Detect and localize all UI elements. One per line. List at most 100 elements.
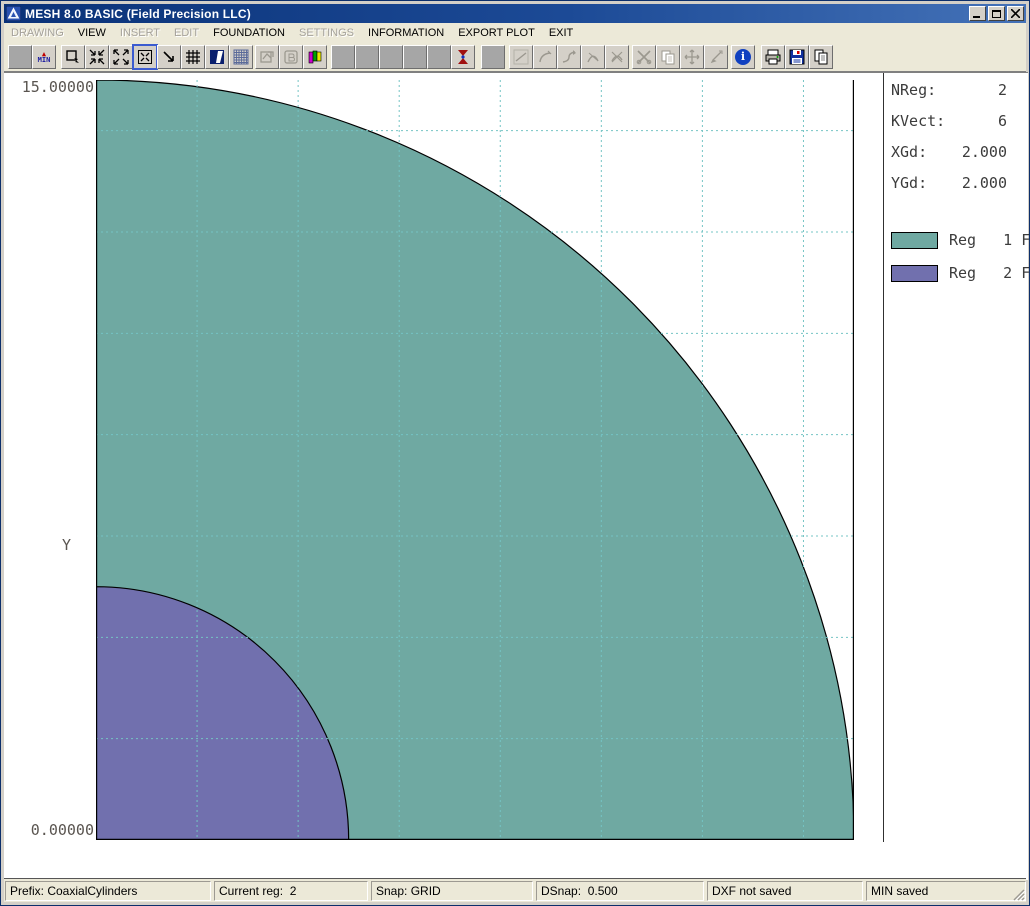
close-icon <box>1011 9 1020 18</box>
move-button <box>680 45 704 69</box>
draw-tool-3-button <box>557 45 581 69</box>
kvect-value: 6 <box>949 112 1007 130</box>
expand-view-icon <box>113 49 129 65</box>
info-row-xgd: XGd: 2.000 <box>891 143 1023 161</box>
menu-settings: SETTINGS <box>292 25 361 41</box>
drawing-area[interactable]: 15.00000 0.00000 Y NReg: 2 KVect: 6 XGd:… <box>4 72 1028 880</box>
grid-toggle-button[interactable] <box>181 45 205 69</box>
mesh-info-panel: NReg: 2 KVect: 6 XGd: 2.000 YGd: 2.000 <box>891 81 1023 205</box>
copy-button <box>656 45 680 69</box>
title-bar[interactable]: MESH 8.0 BASIC (Field Precision LLC) <box>4 4 1026 23</box>
zoom-window-button[interactable] <box>61 45 85 69</box>
y-axis-title: Y <box>62 536 71 554</box>
y-axis-min-label: 0.00000 <box>18 821 94 839</box>
region-colors-button[interactable] <box>303 45 327 69</box>
status-bar: Prefix: CoaxialCylinders Current reg: 2 … <box>4 878 1026 902</box>
mesh-plot-canvas[interactable] <box>96 80 854 840</box>
menu-view[interactable]: VIEW <box>71 25 113 41</box>
resize-grip[interactable] <box>1012 888 1025 901</box>
menu-foundation[interactable]: FOUNDATION <box>206 25 292 41</box>
zoom-in-button[interactable] <box>85 45 109 69</box>
status-snap: Snap: GRID <box>371 881 533 901</box>
reg1-label: Reg 1 F <box>949 231 1030 249</box>
draw-curve-icon <box>561 49 577 65</box>
draw-line-icon <box>513 49 529 65</box>
boundary-icon <box>283 49 299 65</box>
region-fill-icon <box>209 49 225 65</box>
status-dxf: DXF not saved <box>707 881 863 901</box>
boundary-view-button <box>279 45 303 69</box>
draw-tool-2-button <box>533 45 557 69</box>
stop-button[interactable] <box>451 45 475 69</box>
close-button[interactable] <box>1007 6 1024 21</box>
copy-pages-icon <box>813 49 829 65</box>
save-floppy-icon <box>789 49 805 65</box>
zoom-window-icon <box>65 49 81 65</box>
copy-clipboard-button[interactable] <box>809 45 833 69</box>
nreg-value: 2 <box>949 81 1007 99</box>
save-button[interactable] <box>785 45 809 69</box>
blank-slot-button <box>403 45 427 69</box>
ygd-value: 2.000 <box>949 174 1007 192</box>
blank-slot-button <box>331 45 355 69</box>
draw-arc-icon <box>537 49 553 65</box>
menu-information[interactable]: INFORMATION <box>361 25 451 41</box>
app-logo-icon <box>6 6 21 21</box>
info-row-kvect: KVect: 6 <box>891 112 1023 130</box>
info-row-nreg: NReg: 2 <box>891 81 1023 99</box>
cut-button <box>632 45 656 69</box>
info-icon: i <box>735 49 751 65</box>
legend-row-reg1: Reg 1 F <box>891 231 1030 249</box>
zoom-in-icon <box>89 49 105 65</box>
hourglass-icon <box>456 49 470 65</box>
blank-slot-button <box>481 45 505 69</box>
minimize-button[interactable] <box>969 6 986 21</box>
blank-slot-button <box>8 45 32 69</box>
mesh-view-button[interactable] <box>229 45 253 69</box>
grid-icon <box>185 49 201 65</box>
mesh-fine-grid-icon <box>233 49 249 65</box>
status-min-saved: MIN saved <box>866 881 1026 901</box>
region-fill-toggle-button[interactable] <box>205 45 229 69</box>
draw-tangent-icon <box>585 49 601 65</box>
move-cross-icon <box>684 49 700 65</box>
toolbar: ▲ MIN <box>4 42 1026 72</box>
blank-slot-button <box>379 45 403 69</box>
region-colors-icon <box>307 49 323 65</box>
panel-separator <box>883 73 884 842</box>
menu-drawing: DRAWING <box>4 25 71 41</box>
edit-point-button <box>704 45 728 69</box>
min-icon: ▲ MIN <box>38 51 51 63</box>
min-limits-button[interactable]: ▲ MIN <box>32 45 56 69</box>
printer-icon <box>765 49 781 65</box>
plot-settings-button <box>255 45 279 69</box>
copy-icon <box>660 49 676 65</box>
region-legend: Reg 1 F Reg 2 F <box>891 231 1030 297</box>
draw-delete-icon <box>609 49 625 65</box>
window-title: MESH 8.0 BASIC (Field Precision LLC) <box>25 7 967 21</box>
blank-slot-button <box>427 45 451 69</box>
draw-tool-1-button <box>509 45 533 69</box>
reg2-label: Reg 2 F <box>949 264 1030 282</box>
reg1-color-swatch <box>891 232 938 249</box>
print-button[interactable] <box>761 45 785 69</box>
menu-insert: INSERT <box>113 25 167 41</box>
blank-slot-button <box>355 45 379 69</box>
xgd-value: 2.000 <box>949 143 1007 161</box>
menu-export-plot[interactable]: EXPORT PLOT <box>451 25 542 41</box>
info-button[interactable]: i <box>731 45 755 69</box>
menu-bar: DRAWING VIEW INSERT EDIT FOUNDATION SETT… <box>4 23 1026 42</box>
y-axis-max-label: 15.00000 <box>18 78 94 96</box>
pan-button[interactable] <box>157 45 181 69</box>
global-view-icon <box>137 49 153 65</box>
draw-tool-4-button <box>581 45 605 69</box>
reg2-color-swatch <box>891 265 938 282</box>
global-view-button[interactable] <box>133 45 157 69</box>
draw-tool-5-button <box>605 45 629 69</box>
edit-pointer-icon <box>708 49 724 65</box>
maximize-button[interactable] <box>988 6 1005 21</box>
status-dsnap: DSnap: 0.500 <box>536 881 704 901</box>
status-current-reg: Current reg: 2 <box>214 881 368 901</box>
expand-view-button[interactable] <box>109 45 133 69</box>
menu-exit[interactable]: EXIT <box>542 25 580 41</box>
